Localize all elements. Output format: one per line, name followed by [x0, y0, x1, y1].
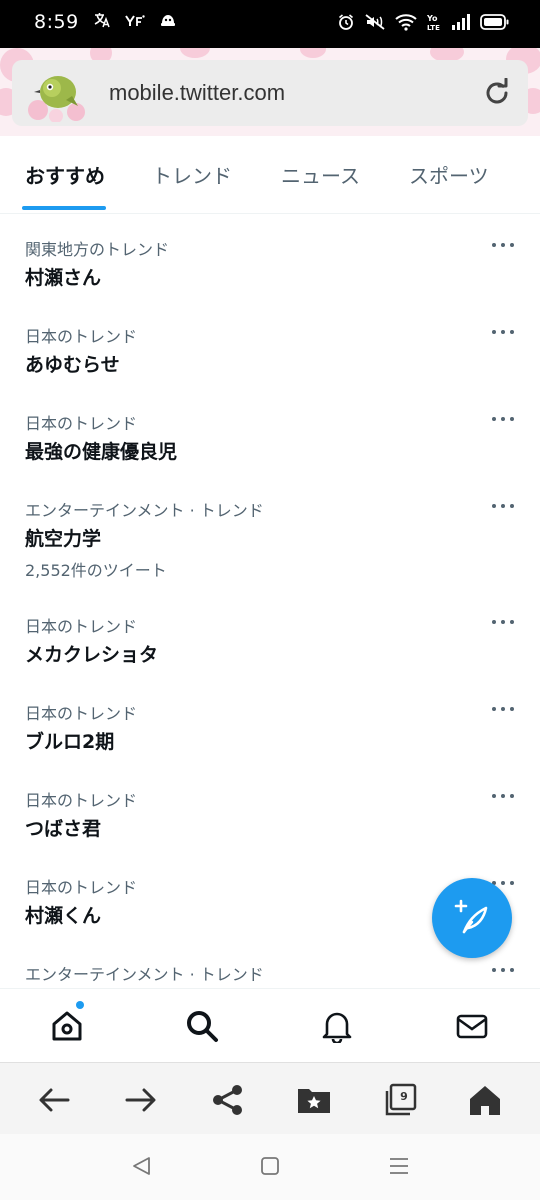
feather-plus-icon — [454, 899, 488, 934]
browser-header: mobile.twitter.com — [0, 48, 540, 136]
explore-tabs: おすすめ トレンド ニュース スポーツ — [0, 136, 540, 214]
unread-dot — [76, 1001, 84, 1009]
browser-home-icon[interactable] — [468, 1083, 502, 1117]
trend-name[interactable]: 村瀬くん — [25, 901, 101, 928]
browser-toolbar: 9 — [0, 1062, 540, 1134]
messages-icon[interactable] — [455, 1009, 489, 1043]
battery-icon — [480, 13, 510, 31]
more-options-icon[interactable] — [490, 327, 516, 337]
more-options-icon[interactable] — [490, 414, 516, 424]
trend-name[interactable]: 村瀬さん — [25, 263, 101, 290]
home-square-icon[interactable] — [258, 1154, 282, 1178]
search-icon[interactable] — [185, 1009, 219, 1043]
compose-tweet-button[interactable] — [432, 878, 512, 958]
reload-icon[interactable] — [482, 77, 512, 108]
trend-context: 日本のトレンド — [25, 414, 138, 433]
share-icon[interactable] — [211, 1083, 245, 1117]
tab-recommended[interactable]: おすすめ — [25, 160, 105, 189]
translate-icon — [93, 11, 111, 33]
tab-news[interactable]: ニュース — [281, 160, 360, 189]
trend-context: エンターテインメント · トレンド — [25, 965, 264, 984]
back-icon[interactable] — [37, 1083, 71, 1117]
trend-name[interactable]: 航空力学 — [25, 524, 101, 551]
app-icon — [159, 11, 177, 33]
twitter-bottom-nav — [0, 988, 540, 1062]
yahoo-icon — [124, 13, 145, 32]
tab-sports[interactable]: スポーツ — [409, 160, 489, 189]
blossom-decoration — [300, 48, 326, 58]
status-time: 8:59 — [34, 11, 79, 33]
more-options-icon[interactable] — [490, 704, 516, 714]
wifi-icon — [395, 13, 417, 31]
tabs-icon[interactable]: 9 — [384, 1083, 418, 1117]
recents-icon[interactable] — [387, 1154, 411, 1178]
svg-text:Yo: Yo — [426, 14, 438, 23]
mute-icon — [364, 13, 386, 31]
trend-name[interactable]: 最強の健康優良児 — [25, 437, 177, 464]
trend-name[interactable]: あゆむらせ — [25, 350, 120, 377]
trend-context: 日本のトレンド — [25, 617, 138, 636]
system-nav-bar — [0, 1134, 540, 1200]
blossom-decoration — [180, 48, 210, 58]
bookmark-folder-icon[interactable] — [297, 1083, 331, 1117]
more-options-icon[interactable] — [490, 791, 516, 801]
trend-context: 日本のトレンド — [25, 791, 138, 810]
forward-icon[interactable] — [124, 1083, 158, 1117]
svg-text:LTE: LTE — [427, 24, 440, 31]
more-options-icon[interactable] — [490, 617, 516, 627]
more-options-icon[interactable] — [490, 240, 516, 250]
notifications-icon[interactable] — [320, 1009, 354, 1045]
trend-name[interactable]: つばさ君 — [25, 814, 101, 841]
bird-avatar-icon — [26, 66, 88, 123]
trend-name[interactable]: メカクレショタ — [25, 640, 158, 667]
trend-tweet-count: 2,552件のツイート — [25, 561, 167, 580]
trend-name[interactable]: ブルロ2期 — [25, 727, 114, 754]
tab-trending[interactable]: トレンド — [152, 160, 232, 189]
trend-context: エンターテインメント · トレンド — [25, 501, 264, 520]
more-options-icon[interactable] — [490, 501, 516, 511]
url-bar[interactable]: mobile.twitter.com — [12, 60, 528, 126]
trend-context: 日本のトレンド — [25, 704, 138, 723]
url-text[interactable]: mobile.twitter.com — [109, 80, 285, 106]
trend-context: 日本のトレンド — [25, 327, 138, 346]
alarm-icon — [337, 13, 355, 31]
trend-context: 日本のトレンド — [25, 878, 138, 897]
back-triangle-icon[interactable] — [130, 1154, 154, 1178]
active-tab-indicator — [22, 206, 106, 210]
status-bar: 8:59 Yo LTE — [0, 0, 540, 48]
signal-icon — [451, 13, 471, 31]
more-options-icon[interactable] — [490, 965, 516, 975]
home-icon[interactable] — [50, 1009, 84, 1043]
volte-icon: Yo LTE — [426, 13, 442, 31]
tab-count: 9 — [400, 1090, 408, 1103]
trend-list: 関東地方のトレンド 村瀬さん 日本のトレンド あゆむらせ 日本のトレンド 最強の… — [0, 214, 540, 988]
trend-context: 関東地方のトレンド — [25, 240, 170, 259]
